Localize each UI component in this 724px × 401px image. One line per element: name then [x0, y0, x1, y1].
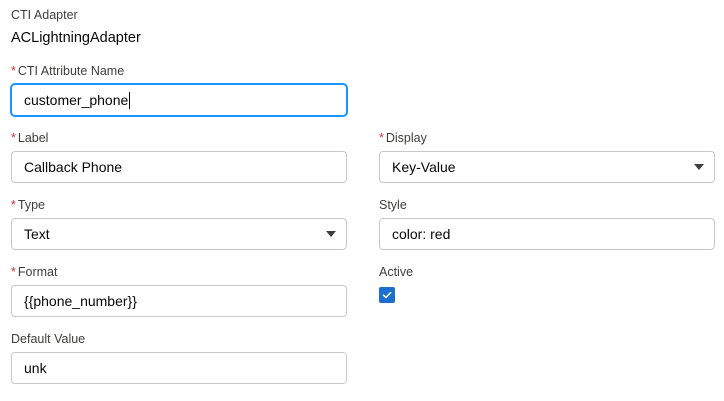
type-label: Type [17, 198, 45, 212]
cti-adapter-label: CTI Adapter [11, 8, 78, 22]
text-cursor [129, 91, 131, 109]
style-field: Style color: red [379, 197, 715, 250]
cti-attribute-name-value: customer_phone [24, 92, 129, 108]
display-label: Display [385, 131, 427, 145]
cti-attribute-name-field: * CTI Attribute Name customer_phone [11, 63, 347, 116]
style-label: Style [379, 198, 407, 212]
default-value-field: Default Value unk [11, 331, 347, 384]
dropdown-arrow-icon [694, 164, 704, 170]
display-field: * Display Key-Value [379, 130, 715, 183]
type-select[interactable]: Text [11, 218, 347, 250]
format-input[interactable]: {{phone_number}} [11, 285, 347, 317]
format-field: * Format {{phone_number}} [11, 264, 347, 317]
style-input[interactable]: color: red [379, 218, 715, 250]
cti-adapter-field: CTI Adapter ACLightningAdapter [11, 7, 141, 48]
required-marker: * [11, 131, 16, 145]
label-input-value: Callback Phone [24, 159, 123, 175]
style-input-value: color: red [392, 226, 451, 242]
active-field: Active [379, 264, 413, 303]
label-input[interactable]: Callback Phone [11, 151, 347, 183]
required-marker: * [11, 265, 16, 279]
required-marker: * [11, 198, 16, 212]
cti-adapter-value: ACLightningAdapter [11, 30, 141, 46]
display-select[interactable]: Key-Value [379, 151, 715, 183]
display-select-value: Key-Value [392, 159, 456, 175]
cti-attribute-name-label: CTI Attribute Name [17, 64, 125, 78]
checkmark-icon [382, 291, 392, 299]
type-select-value: Text [24, 226, 50, 242]
format-input-value: {{phone_number}} [24, 293, 137, 309]
format-label: Format [17, 265, 58, 279]
cti-attribute-name-input[interactable]: customer_phone [11, 84, 347, 116]
type-field: * Type Text [11, 197, 347, 250]
label-field: * Label Callback Phone [11, 130, 347, 183]
dropdown-arrow-icon [326, 231, 336, 237]
required-marker: * [11, 64, 16, 78]
default-value-input-value: unk [24, 360, 47, 376]
active-label: Active [379, 265, 414, 279]
default-value-label: Default Value [11, 332, 86, 346]
active-checkbox[interactable] [379, 287, 395, 303]
default-value-input[interactable]: unk [11, 352, 347, 384]
required-marker: * [379, 131, 384, 145]
label-field-label: Label [17, 131, 49, 145]
